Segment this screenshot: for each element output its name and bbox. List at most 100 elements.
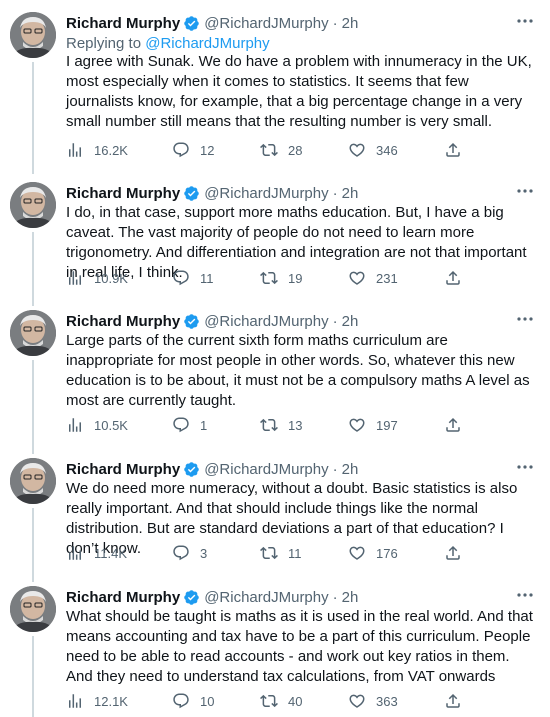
author-handle[interactable]: @RichardJMurphy [204,185,328,202]
heart-icon [349,271,365,285]
thread-connector [32,232,34,306]
more-dots-icon[interactable] [514,310,536,328]
thread-connector [32,636,34,717]
tweet-text: Large parts of the current sixth form ma… [66,332,530,409]
author-name[interactable]: Richard Murphy [66,461,180,478]
verified-badge-icon [183,15,200,32]
share-button[interactable] [444,140,462,160]
views-button[interactable]: 16.2K [66,140,128,160]
like-button[interactable]: 346 [348,140,398,160]
reply-count: 11 [200,270,214,286]
replying-to-link[interactable]: @RichardJMurphy [145,35,269,52]
separator-dot: · [332,14,338,32]
tweet[interactable]: Richard Murphy @RichardJMurphy · 2h Larg… [0,298,550,454]
heart-icon [349,546,365,560]
more-dots-icon[interactable] [514,458,536,476]
avatar[interactable] [10,12,56,58]
like-count: 231 [376,270,398,286]
author-name[interactable]: Richard Murphy [66,185,180,202]
more-dots-icon[interactable] [514,586,536,604]
share-button[interactable] [444,543,462,563]
retweet-button[interactable]: 11 [260,543,302,563]
tweet-header: Richard Murphy @RichardJMurphy · 2h [66,586,358,608]
timestamp[interactable]: 2h [342,15,359,32]
timestamp[interactable]: 2h [342,313,359,330]
like-count: 197 [376,417,398,433]
tweet-actions: 10.5K 1 13 197 [66,415,466,435]
avatar[interactable] [10,182,56,228]
share-icon [446,545,460,560]
retweet-icon [260,694,278,708]
share-button[interactable] [444,691,462,711]
views-chart-icon [69,418,81,432]
reply-button[interactable]: 12 [172,140,214,160]
avatar[interactable] [10,310,56,356]
retweet-button[interactable]: 40 [260,691,302,711]
heart-icon [349,143,365,157]
author-handle[interactable]: @RichardJMurphy [204,15,328,32]
author-handle[interactable]: @RichardJMurphy [204,461,328,478]
more-dots-icon[interactable] [514,182,536,200]
retweet-count: 11 [288,545,302,561]
heart-icon [349,694,365,708]
verified-badge-icon [183,461,200,478]
timestamp[interactable]: 2h [342,589,359,606]
share-icon [446,270,460,285]
retweet-button[interactable]: 28 [260,140,302,160]
retweet-count: 13 [288,417,303,433]
reply-button[interactable]: 1 [172,415,207,435]
views-button[interactable]: 11.4K [66,543,127,563]
tweet-actions: 12.1K 10 40 363 [66,691,466,711]
verified-badge-icon [183,589,200,606]
tweet-text: What should be taught is maths as it is … [66,608,533,685]
thread-connector [32,508,34,582]
author-name[interactable]: Richard Murphy [66,15,180,32]
author-name[interactable]: Richard Murphy [66,589,180,606]
author-handle[interactable]: @RichardJMurphy [204,589,328,606]
retweet-icon [260,271,278,285]
tweet-header: Richard Murphy @RichardJMurphy · 2h [66,310,358,332]
separator-dot: · [332,312,338,330]
views-button[interactable]: 10.5K [66,415,128,435]
replying-to: Replying to @RichardJMurphy [66,35,270,52]
views-count: 10.9K [94,270,128,286]
retweet-button[interactable]: 13 [260,415,302,435]
share-button[interactable] [444,268,462,288]
thread-connector [32,360,34,454]
views-chart-icon [69,271,81,285]
avatar[interactable] [10,458,56,504]
like-button[interactable]: 197 [348,415,398,435]
author-name[interactable]: Richard Murphy [66,313,180,330]
reply-icon [173,693,189,709]
tweet[interactable]: Richard Murphy @RichardJMurphy · 2h What… [0,574,550,717]
retweet-count: 19 [288,270,303,286]
reply-button[interactable]: 3 [172,543,207,563]
reply-button[interactable]: 10 [172,691,214,711]
reply-count: 1 [200,417,208,433]
like-button[interactable]: 231 [348,268,398,288]
tweet[interactable]: Richard Murphy @RichardJMurphy · 2h We d… [0,446,550,582]
replying-prefix: Replying to [66,35,142,52]
views-button[interactable]: 10.9K [66,268,128,288]
share-button[interactable] [444,415,462,435]
like-count: 363 [376,693,398,709]
reply-count: 3 [200,545,208,561]
reply-count: 10 [200,693,215,709]
verified-badge-icon [183,313,200,330]
tweet[interactable]: Richard Murphy @RichardJMurphy · 2h Repl… [0,0,550,174]
reply-button[interactable]: 11 [172,268,214,288]
avatar[interactable] [10,586,56,632]
more-dots-icon[interactable] [514,12,536,30]
timestamp[interactable]: 2h [342,461,359,478]
like-button[interactable]: 363 [348,691,398,711]
like-button[interactable]: 176 [348,543,398,563]
tweet-header: Richard Murphy @RichardJMurphy · 2h [66,458,358,480]
author-handle[interactable]: @RichardJMurphy [204,313,328,330]
retweet-button[interactable]: 19 [260,268,302,288]
views-count: 16.2K [94,142,128,158]
views-button[interactable]: 12.1K [66,691,128,711]
timestamp[interactable]: 2h [342,185,359,202]
tweet[interactable]: Richard Murphy @RichardJMurphy · 2h I do… [0,170,550,306]
share-icon [446,417,460,432]
tweet-header: Richard Murphy @RichardJMurphy · 2h [66,182,358,204]
